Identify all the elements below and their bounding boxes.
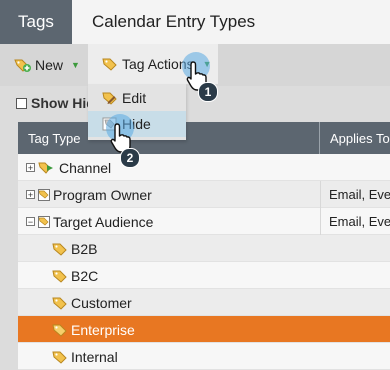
pointer-callout-1: 1 xyxy=(178,52,222,104)
row-tag-value: Enterprise xyxy=(52,316,135,343)
expand-icon[interactable]: + xyxy=(26,163,35,173)
show-hidden-toggle[interactable]: Show Hid xyxy=(16,94,95,112)
row-tag-value: Customer xyxy=(52,289,132,316)
table-row[interactable]: + Channel xyxy=(18,154,390,181)
row-tag-type: + Program Owner xyxy=(26,181,152,208)
column-header-tag-type-label: Tag Type xyxy=(28,130,81,146)
table-row[interactable]: B2C xyxy=(18,262,390,289)
row-tag-type: − Target Audience xyxy=(26,208,153,235)
table-row[interactable]: − Target Audience Email, Eve xyxy=(18,208,390,235)
table-row[interactable]: B2B xyxy=(18,235,390,262)
show-hidden-label: Show Hid xyxy=(31,95,95,111)
menu-item-edit[interactable]: Edit xyxy=(88,85,186,111)
new-button-label: New xyxy=(35,57,64,73)
row-label: Program Owner xyxy=(53,186,152,203)
row-label: Internal xyxy=(71,348,118,365)
tab-tags[interactable]: Tags xyxy=(0,0,72,44)
pointer-callout-2: 2 xyxy=(106,112,150,170)
tab-calendar-entry-types[interactable]: Calendar Entry Types xyxy=(72,0,390,44)
collapse-icon[interactable]: − xyxy=(26,217,35,227)
table-row[interactable]: Customer xyxy=(18,289,390,316)
tag-icon xyxy=(102,58,117,71)
row-tag-value: B2C xyxy=(52,262,98,289)
row-label: B2C xyxy=(71,267,99,284)
row-label: Customer xyxy=(71,294,132,311)
tag-icon xyxy=(52,324,67,337)
table-row[interactable]: + Program Owner Email, Eve xyxy=(18,181,390,208)
expand-icon[interactable]: + xyxy=(26,190,35,200)
tab-calendar-label: Calendar Entry Types xyxy=(92,12,256,31)
tag-types-table: Tag Type Applies To + Channel + Program … xyxy=(18,122,390,370)
tab-tags-label: Tags xyxy=(18,12,54,31)
row-tag-value: Internal xyxy=(52,343,118,370)
tag-type-icon xyxy=(38,215,50,228)
row-label: Target Audience xyxy=(53,213,154,230)
table-row-selected[interactable]: Enterprise xyxy=(18,316,390,343)
edit-tag-icon xyxy=(102,92,117,105)
channel-icon xyxy=(38,162,53,174)
column-header-applies-to-label: Applies To xyxy=(330,130,390,146)
tag-icon xyxy=(52,351,67,364)
table-row[interactable]: Internal xyxy=(18,343,390,370)
chevron-down-icon: ▼ xyxy=(71,60,80,70)
row-label: Channel xyxy=(59,159,112,176)
tag-type-icon xyxy=(38,188,50,201)
menu-item-edit-label: Edit xyxy=(122,90,147,106)
row-tag-value: B2B xyxy=(52,235,97,262)
row-tag-type: + Channel xyxy=(26,154,111,181)
tag-icon xyxy=(52,297,67,310)
tag-icon xyxy=(52,270,67,283)
new-tag-icon xyxy=(14,59,31,72)
show-hidden-checkbox[interactable] xyxy=(16,97,27,109)
new-button[interactable]: New ▼ xyxy=(14,55,80,75)
row-applies-to: Email, Eve xyxy=(320,181,390,208)
row-label: B2B xyxy=(71,240,98,257)
step-badge-2: 2 xyxy=(120,148,140,168)
tab-bar: Tags Calendar Entry Types xyxy=(0,0,390,44)
row-label: Enterprise xyxy=(71,321,135,338)
tag-icon xyxy=(52,243,67,256)
column-header-applies-to[interactable]: Applies To xyxy=(320,122,390,154)
step-badge-1: 1 xyxy=(198,82,218,102)
table-header: Tag Type Applies To xyxy=(18,122,390,154)
row-applies-to: Email, Eve xyxy=(320,208,390,235)
